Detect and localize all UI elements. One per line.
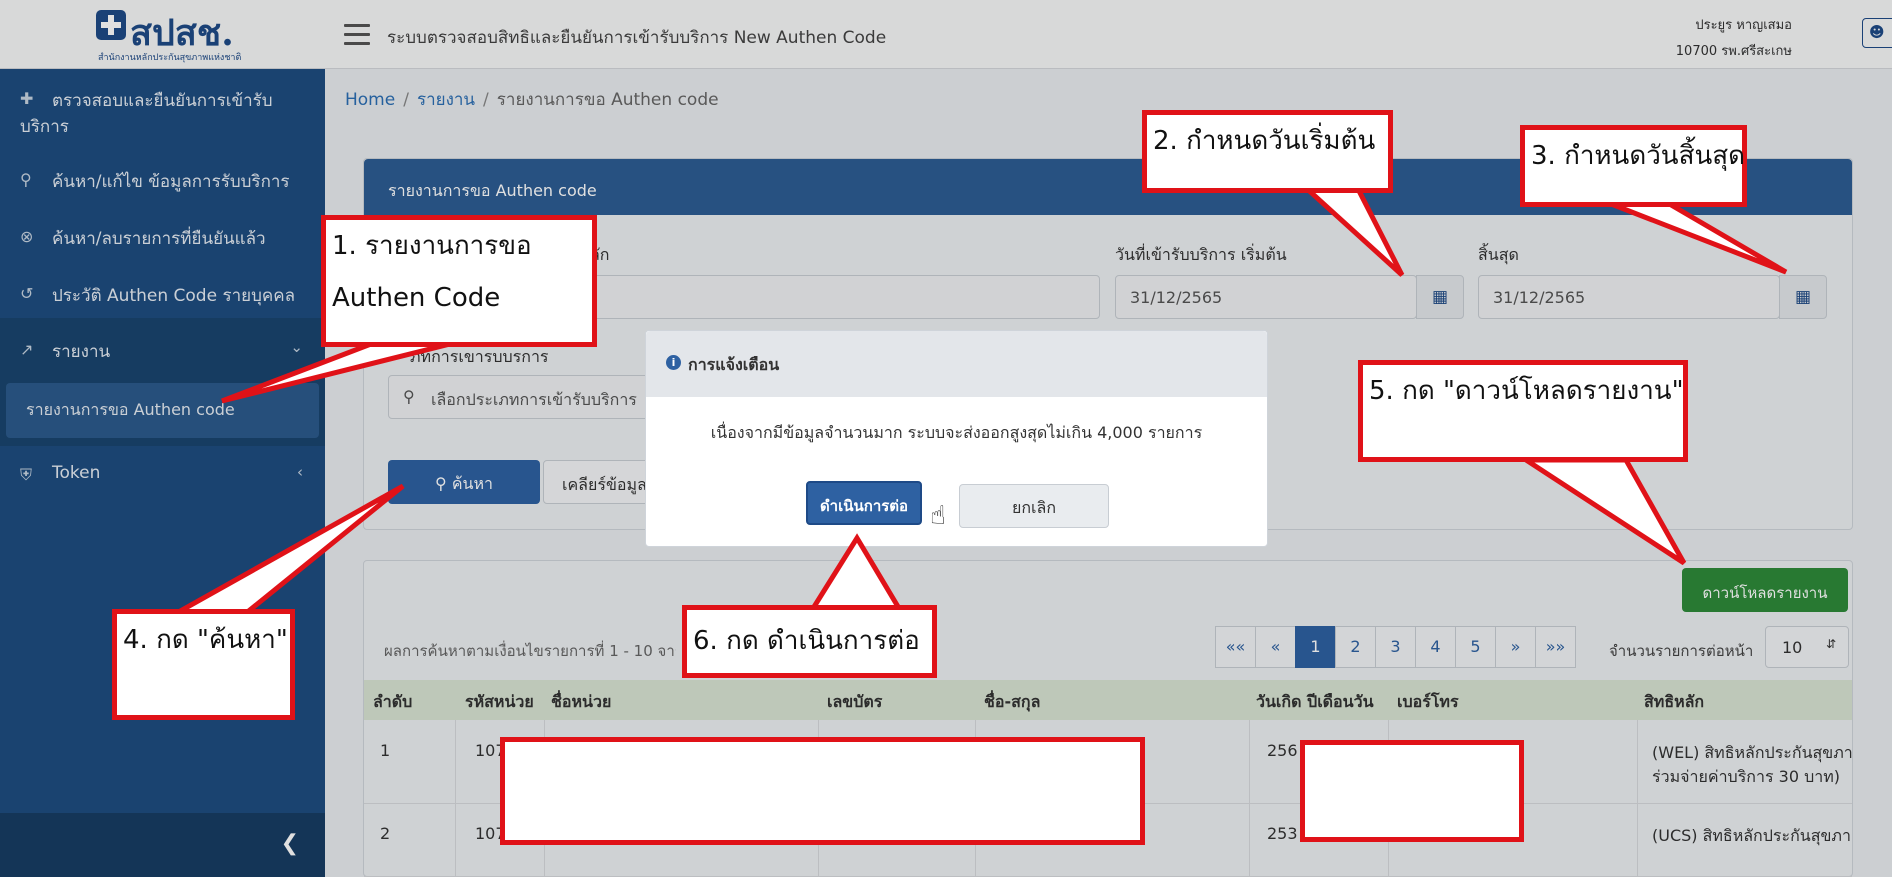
annotation-step-3: 3. กำหนดวันสิ้นสุด — [1520, 125, 1747, 207]
callout-tail-3 — [1605, 199, 1788, 275]
annotation-step-1-line1: 1. รายงานการขอ — [332, 231, 532, 261]
redaction-box — [500, 737, 1145, 845]
annotation-step-4: 4. กด "ค้นหา" — [112, 609, 295, 720]
redaction-box — [1300, 740, 1524, 842]
annotation-step-1-line2: Authen Code — [332, 283, 501, 313]
annotation-step-6: 6. กด ดำเนินการต่อ — [682, 605, 937, 678]
callout-tail-5 — [1517, 457, 1687, 566]
annotation-step-1: 1. รายงานการขอ Authen Code — [321, 215, 597, 347]
callout-tail-4 — [165, 483, 405, 617]
annotation-step-5: 5. กด "ดาวน์โหลดรายงาน" — [1358, 360, 1688, 462]
callout-tail-2 — [1298, 184, 1405, 277]
annotation-step-2: 2. กำหนดวันเริ่มต้น — [1142, 110, 1393, 193]
callout-tail-6 — [807, 533, 905, 613]
callout-tail-1 — [221, 336, 471, 404]
